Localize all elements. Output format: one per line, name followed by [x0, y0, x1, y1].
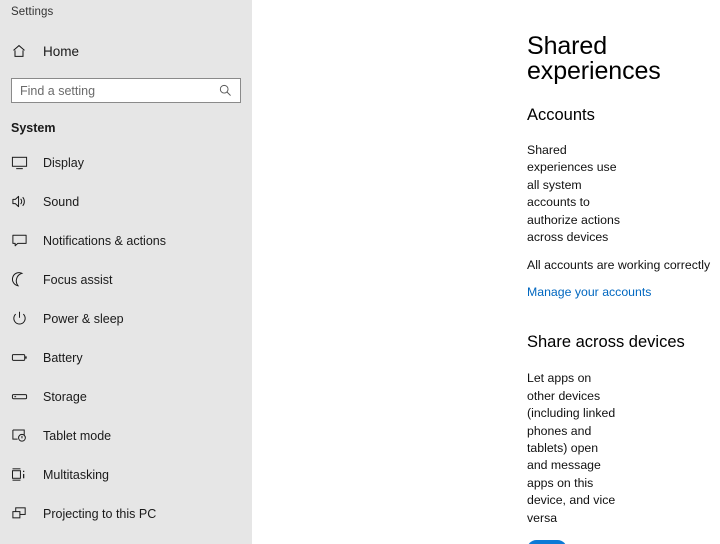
- sidebar-item-tablet-mode-label: Tablet mode: [43, 428, 112, 443]
- share-toggle[interactable]: [527, 540, 567, 544]
- notification-icon: [11, 232, 35, 249]
- accounts-description: Shared experiences use all system accoun…: [527, 143, 620, 245]
- storage-icon: [11, 388, 35, 405]
- battery-icon: [11, 349, 35, 366]
- speaker-icon: [11, 193, 35, 210]
- accounts-status: All accounts are working correctly: [527, 257, 711, 272]
- sidebar-nav: Display Sound Notifications & actions Fo…: [0, 143, 252, 533]
- sidebar-item-focus-assist-label: Focus assist: [43, 272, 113, 287]
- sidebar-item-multitasking[interactable]: Multitasking: [0, 455, 252, 494]
- sidebar-item-battery[interactable]: Battery: [0, 338, 252, 377]
- sidebar-item-display-label: Display: [43, 155, 84, 170]
- sidebar: Settings Home System: [0, 0, 252, 544]
- home-icon: [11, 43, 35, 59]
- main-content: Shared experiences Accounts Shared exper…: [252, 0, 720, 544]
- sidebar-item-projecting[interactable]: Projecting to this PC: [0, 494, 252, 533]
- sidebar-item-storage-label: Storage: [43, 389, 87, 404]
- share-description: Let apps on other devices (including lin…: [527, 371, 616, 525]
- multitasking-icon: [11, 466, 35, 483]
- projecting-icon: [11, 505, 35, 522]
- sidebar-item-power-sleep-label: Power & sleep: [43, 311, 124, 326]
- search-icon[interactable]: [218, 83, 233, 98]
- sidebar-item-home-label: Home: [43, 43, 80, 59]
- sidebar-section-label: System: [11, 121, 56, 135]
- search-input[interactable]: [12, 79, 208, 102]
- moon-icon: [11, 271, 35, 288]
- sidebar-item-tablet-mode[interactable]: Tablet mode: [0, 416, 252, 455]
- sidebar-item-sound[interactable]: Sound: [0, 182, 252, 221]
- sidebar-item-notifications-label: Notifications & actions: [43, 233, 166, 248]
- power-icon: [11, 310, 35, 327]
- sidebar-item-power-sleep[interactable]: Power & sleep: [0, 299, 252, 338]
- sidebar-item-battery-label: Battery: [43, 350, 83, 365]
- settings-window: Settings Home System: [0, 0, 720, 544]
- search-box[interactable]: [11, 78, 241, 103]
- manage-accounts-link[interactable]: Manage your accounts: [527, 285, 651, 299]
- share-toggle-row: On: [252, 540, 720, 544]
- sidebar-item-sound-label: Sound: [43, 194, 80, 209]
- sidebar-item-storage[interactable]: Storage: [0, 377, 252, 416]
- sidebar-item-projecting-label: Projecting to this PC: [43, 506, 157, 521]
- accounts-heading: Accounts: [527, 106, 595, 124]
- tablet-icon: [11, 427, 35, 444]
- sidebar-item-home[interactable]: Home: [0, 38, 252, 64]
- monitor-icon: [11, 154, 35, 171]
- sidebar-item-notifications[interactable]: Notifications & actions: [0, 221, 252, 260]
- sidebar-item-focus-assist[interactable]: Focus assist: [0, 260, 252, 299]
- sidebar-item-multitasking-label: Multitasking: [43, 467, 109, 482]
- sidebar-item-display[interactable]: Display: [0, 143, 252, 182]
- share-across-devices-heading: Share across devices: [527, 333, 685, 352]
- page-title: Shared experiences: [527, 32, 661, 85]
- app-title: Settings: [11, 6, 54, 18]
